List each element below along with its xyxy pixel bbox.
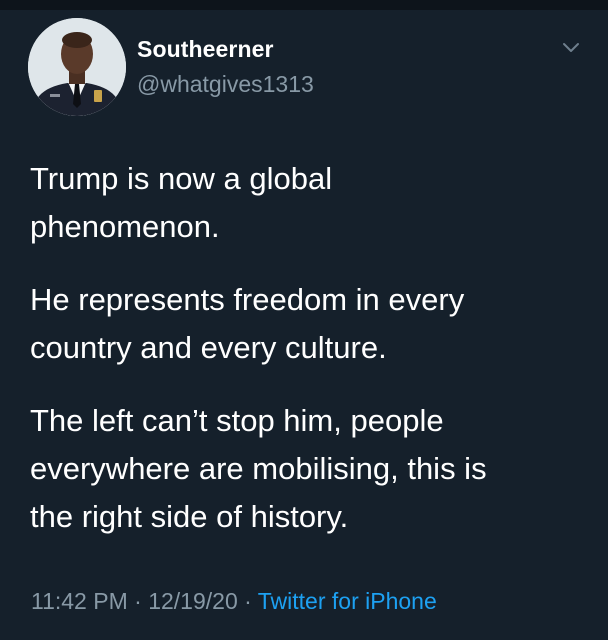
avatar-portrait-icon [28, 18, 126, 116]
author-display-name[interactable]: Southeerner [137, 36, 274, 63]
user-avatar[interactable] [28, 18, 126, 116]
meta-separator: · [244, 588, 252, 614]
tweet-paragraph: The left can’t stop him, people everywhe… [30, 397, 590, 541]
tweet-text-line: phenomenon. [30, 209, 220, 244]
tweet-date[interactable]: 12/19/20 [148, 588, 238, 614]
tweet-source-link[interactable]: Twitter for iPhone [258, 588, 437, 614]
tweet-text-line: He represents freedom in every [30, 282, 465, 317]
tweet-text-line: the right side of history. [30, 499, 349, 534]
tweet-metadata: 11:42 PM · 12/19/20 · Twitter for iPhone [31, 588, 437, 615]
meta-separator: · [134, 588, 142, 614]
tweet-time[interactable]: 11:42 PM [31, 588, 128, 614]
tweet-text-line: country and every culture. [30, 330, 387, 365]
author-handle[interactable]: @whatgives1313 [137, 71, 314, 98]
tweet-text-line: everywhere are mobilising, this is [30, 451, 487, 486]
tweet-card: Southeerner @whatgives1313 Trump is now … [0, 0, 608, 640]
tweet-text-line: The left can’t stop him, people [30, 403, 444, 438]
chevron-down-icon[interactable] [561, 41, 581, 55]
tweet-text-line: Trump is now a global [30, 161, 333, 196]
tweet-paragraph: He represents freedom in every country a… [30, 276, 590, 372]
tweet-paragraph: Trump is now a global phenomenon. [30, 155, 590, 251]
